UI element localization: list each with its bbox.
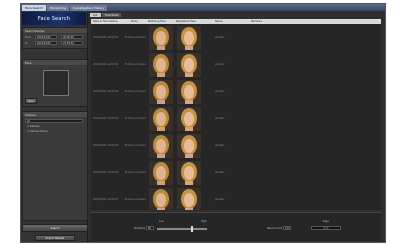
matching-face-thumbnail[interactable]	[149, 26, 173, 50]
registered-face-thumbnail[interactable]	[177, 161, 201, 185]
from-label: From	[25, 36, 31, 39]
col-datetime[interactable]: Date & Time Stamp	[93, 20, 118, 23]
matching-face-thumbnail[interactable]	[149, 53, 173, 77]
row-datetime: 2016/01/01 12:00:06	[93, 171, 119, 174]
slider-high-label: High	[201, 220, 207, 223]
row-place: Entrance Camera	[125, 198, 146, 201]
row-datetime: 2016/01/01 12:00:07	[93, 198, 119, 201]
table-row[interactable]: 2016/01/01 12:00:02 Entrance Camera Jenn…	[91, 52, 381, 78]
result-count-field[interactable]: 100	[283, 226, 291, 230]
search-range-panel: Search Range From 2016/01/01 00:00:00 To…	[22, 27, 88, 49]
row-place: Entrance Camera	[125, 36, 146, 39]
camera-group-item-label: Camera Group	[29, 130, 48, 133]
tab-face-search[interactable]: Face Search	[22, 4, 47, 11]
open-face-button[interactable]: Open	[25, 98, 37, 104]
page-label: Page	[323, 220, 329, 223]
row-place: Entrance Camera	[125, 117, 146, 120]
matching-face-thumbnail[interactable]	[149, 107, 173, 131]
to-label: To	[25, 42, 28, 45]
row-name: Jennifer	[215, 144, 225, 147]
table-row[interactable]: 2016/01/01 12:00:04 Entrance Camera Jenn…	[91, 106, 381, 132]
results-table: 2016/01/01 12:00:01 Entrance Camera Jenn…	[91, 24, 381, 210]
registered-face-thumbnail[interactable]	[177, 26, 201, 50]
row-datetime: 2016/01/01 12:00:02	[93, 63, 119, 66]
camera-item-label: Camera	[29, 125, 40, 128]
search-range-title: Search Range	[23, 28, 87, 33]
similarity-label: Similarity	[134, 227, 146, 230]
tab-monitoring[interactable]: Monitoring	[47, 4, 70, 11]
camera-tree-item[interactable]: ☐ Camera	[27, 125, 39, 128]
face-image-slot[interactable]	[43, 70, 69, 96]
table-row[interactable]: 2016/01/01 12:00:03 Entrance Camera Jenn…	[91, 79, 381, 105]
row-datetime: 2016/01/01 12:00:01	[93, 36, 119, 39]
row-name: Jennifer	[215, 198, 225, 201]
matching-face-thumbnail[interactable]	[149, 188, 173, 210]
matching-face-thumbnail[interactable]	[149, 134, 173, 158]
registered-face-thumbnail[interactable]	[177, 134, 201, 158]
matching-face-thumbnail[interactable]	[149, 80, 173, 104]
row-name: Jennifer	[215, 63, 225, 66]
to-time-field[interactable]: 23:59:59	[61, 41, 83, 45]
banner-title: Face Search	[22, 12, 86, 25]
row-place: Entrance Camera	[125, 171, 146, 174]
result-count-label: Result Count	[267, 227, 283, 230]
matching-face-thumbnail[interactable]	[149, 161, 173, 185]
registered-face-thumbnail[interactable]	[177, 53, 201, 77]
registered-face-thumbnail[interactable]	[177, 188, 201, 210]
table-row[interactable]: 2016/01/01 12:00:06 Entrance Camera Jenn…	[91, 160, 381, 186]
camera-select[interactable]: All	[25, 119, 83, 123]
row-name: Jennifer	[215, 36, 225, 39]
row-datetime: 2016/01/01 12:00:04	[93, 117, 119, 120]
application-window: Face Search Monitoring Investigation His…	[20, 3, 386, 243]
face-panel: Face Open	[22, 59, 88, 107]
registered-face-thumbnail[interactable]	[177, 80, 201, 104]
col-registered-face[interactable]: Registered Face	[176, 20, 196, 23]
slider-handle[interactable]	[191, 226, 193, 232]
view-tabs: List Thumbnail	[90, 13, 122, 17]
table-row[interactable]: 2016/01/01 12:00:07 Entrance Camera Jenn…	[91, 187, 381, 210]
row-place: Entrance Camera	[125, 144, 146, 147]
export-results-button[interactable]: Export Results	[35, 235, 75, 241]
row-place: Entrance Camera	[125, 90, 146, 93]
tab-thumbnail[interactable]: Thumbnail	[101, 13, 122, 17]
row-name: Jennifer	[215, 171, 225, 174]
table-row[interactable]: 2016/01/01 12:00:05 Entrance Camera Jenn…	[91, 133, 381, 159]
col-remarks[interactable]: Remarks	[251, 20, 262, 23]
col-matching-face[interactable]: Matching Face	[148, 20, 166, 23]
page-indicator[interactable]: 1 / 1	[311, 226, 341, 230]
tab-investigation-history[interactable]: Investigation History	[70, 4, 108, 11]
col-name[interactable]: Name	[215, 20, 222, 23]
face-panel-title: Face	[23, 60, 87, 65]
similarity-value-field[interactable]: 80	[146, 226, 154, 230]
camera-panel-title: Camera	[23, 112, 87, 117]
registered-face-thumbnail[interactable]	[177, 107, 201, 131]
row-datetime: 2016/01/01 12:00:05	[93, 144, 119, 147]
checkbox-icon: ☐	[27, 130, 30, 133]
similarity-slider[interactable]	[157, 228, 207, 230]
main-panel: List Thumbnail Date & Time Stamp Place M…	[88, 11, 385, 242]
from-date-field[interactable]: 2016/01/01	[35, 35, 57, 39]
title-bar: Face Search Monitoring Investigation His…	[21, 4, 385, 11]
slider-low-label: Low	[159, 220, 164, 223]
row-name: Jennifer	[215, 90, 225, 93]
tab-list[interactable]: List	[90, 13, 101, 17]
from-time-field[interactable]: 00:00:00	[61, 35, 83, 39]
sidebar: Face Search Search Range From 2016/01/01…	[21, 11, 88, 242]
table-row[interactable]: 2016/01/01 12:00:01 Entrance Camera Jenn…	[91, 25, 381, 51]
row-datetime: 2016/01/01 12:00:03	[93, 90, 119, 93]
camera-group-tree-item[interactable]: ☐ Camera Group	[27, 130, 47, 133]
row-place: Entrance Camera	[125, 63, 146, 66]
bottom-toolbar: Similarity 80 Low High Result Count 100 …	[91, 212, 381, 241]
camera-panel: Camera All ☐ Camera ☐ Camera Group	[22, 111, 88, 221]
search-button[interactable]: Search	[22, 224, 88, 232]
col-place[interactable]: Place	[131, 20, 138, 23]
to-date-field[interactable]: 2016/01/01	[35, 41, 57, 45]
checkbox-icon: ☐	[27, 125, 30, 128]
row-name: Jennifer	[215, 117, 225, 120]
